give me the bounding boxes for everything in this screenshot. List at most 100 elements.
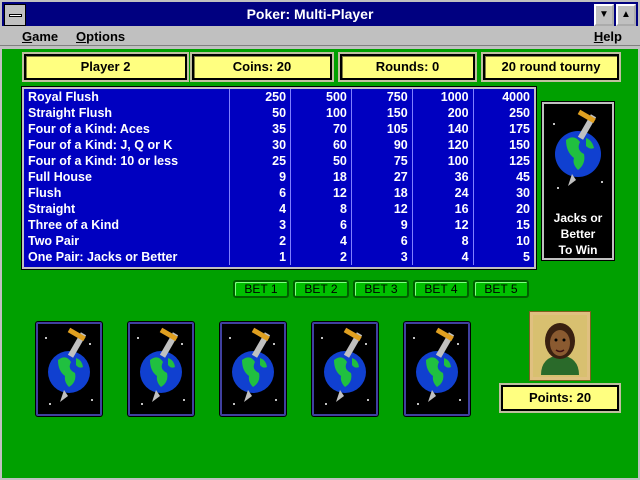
- payout-bet-4: 12: [411, 217, 474, 233]
- payout-bet-3: 12: [350, 201, 413, 217]
- rules-line-3: To Win: [558, 243, 598, 257]
- menu-options[interactable]: Options: [76, 29, 125, 44]
- player-avatar: [530, 312, 590, 380]
- paytable-row: Full House 9 18 27 36 45: [24, 169, 534, 185]
- payout-bet-3: 75: [350, 153, 413, 169]
- payout-bet-1: 1: [229, 249, 291, 265]
- system-menu-icon: [9, 14, 22, 17]
- payout-bet-3: 90: [350, 137, 413, 153]
- payout-bet-5: 250: [472, 105, 534, 121]
- payout-bet-1: 9: [229, 169, 291, 185]
- hand-name: Full House: [28, 169, 92, 184]
- paytable-row: Four of a Kind: Aces 35 70 105 140 175: [24, 121, 534, 137]
- payout-bet-2: 12: [290, 185, 352, 201]
- menu-game[interactable]: Game: [22, 29, 58, 44]
- payout-bet-5: 20: [472, 201, 534, 217]
- rules-card: Jacks or Better To Win: [542, 102, 614, 260]
- bet-2-button[interactable]: BET 2: [293, 280, 349, 298]
- payout-bet-5: 5: [472, 249, 534, 265]
- hand-name: Four of a Kind: 10 or less: [28, 153, 179, 168]
- bet-4-button[interactable]: BET 4: [413, 280, 469, 298]
- hand-name: Three of a Kind: [28, 217, 119, 232]
- rules-line-2: Better: [560, 227, 596, 241]
- bet-5-button[interactable]: BET 5: [473, 280, 529, 298]
- payout-bet-1: 25: [229, 153, 291, 169]
- payout-bet-2: 60: [290, 137, 352, 153]
- paytable-row: One Pair: Jacks or Better 1 2 3 4 5: [24, 249, 534, 265]
- coins-box: Coins: 20: [192, 54, 332, 80]
- system-menu-button[interactable]: [4, 4, 26, 26]
- payout-bet-5: 150: [472, 137, 534, 153]
- payout-bet-2: 18: [290, 169, 352, 185]
- payout-bet-1: 30: [229, 137, 291, 153]
- payout-bet-2: 8: [290, 201, 352, 217]
- payout-bet-4: 140: [411, 121, 474, 137]
- paytable-grid: Royal Flush 250 500 750 1000 4000 Straight Flu…: [24, 89, 534, 265]
- payout-bet-4: 4: [411, 249, 474, 265]
- payout-bet-4: 36: [411, 169, 474, 185]
- game-table: Player 2 Coins: 20 Rounds: 0 20 round to…: [0, 47, 640, 480]
- payout-bet-3: 750: [350, 89, 413, 105]
- paytable-row: Four of a Kind: 10 or less 25 50 75 100 125: [24, 153, 534, 169]
- payout-bet-1: 6: [229, 185, 291, 201]
- player-portrait-icon: [533, 315, 587, 377]
- paytable-row: Three of a Kind 3 6 9 12 15: [24, 217, 534, 233]
- player-box: Player 2: [24, 54, 187, 80]
- rules-line-1: Jacks or: [553, 211, 603, 225]
- rules-caption: Jacks or Better To Win: [544, 210, 612, 258]
- payout-bet-2: 6: [290, 217, 352, 233]
- menu-bar: Game Options Help: [0, 28, 640, 46]
- payout-bet-1: 2: [229, 233, 291, 249]
- bet-3-button[interactable]: BET 3: [353, 280, 409, 298]
- card-3[interactable]: [220, 322, 286, 416]
- payout-bet-5: 125: [472, 153, 534, 169]
- card-2[interactable]: [128, 322, 194, 416]
- paytable-row: Two Pair 2 4 6 8 10: [24, 233, 534, 249]
- bet-1-button[interactable]: BET 1: [233, 280, 289, 298]
- payout-bet-3: 27: [350, 169, 413, 185]
- payout-bet-2: 2: [290, 249, 352, 265]
- payout-bet-5: 30: [472, 185, 534, 201]
- card-1[interactable]: [36, 322, 102, 416]
- payout-bet-4: 8: [411, 233, 474, 249]
- payout-bet-4: 24: [411, 185, 474, 201]
- payout-bet-3: 105: [350, 121, 413, 137]
- payout-bet-5: 175: [472, 121, 534, 137]
- payout-bet-5: 45: [472, 169, 534, 185]
- payout-bet-3: 18: [350, 185, 413, 201]
- payout-bet-2: 4: [290, 233, 352, 249]
- payout-bet-1: 4: [229, 201, 291, 217]
- payout-bet-4: 100: [411, 153, 474, 169]
- paytable-row: Four of a Kind: J, Q or K 30 60 90 120 150: [24, 137, 534, 153]
- hand-name: Four of a Kind: J, Q or K: [28, 137, 173, 152]
- card-4[interactable]: [312, 322, 378, 416]
- card-back-icon: [413, 327, 461, 405]
- minimize-button[interactable]: ▼: [594, 4, 614, 26]
- payout-bet-4: 1000: [411, 89, 474, 105]
- payout-bet-4: 120: [411, 137, 474, 153]
- payout-bet-2: 500: [290, 89, 352, 105]
- maximize-button[interactable]: ▲: [616, 4, 636, 26]
- payout-bet-3: 9: [350, 217, 413, 233]
- globe-sword-icon: [553, 109, 603, 189]
- payout-bet-4: 16: [411, 201, 474, 217]
- window-title: Poker: Multi-Player: [246, 6, 374, 22]
- payout-bet-3: 150: [350, 105, 413, 121]
- payout-bet-5: 10: [472, 233, 534, 249]
- payout-bet-3: 3: [350, 249, 413, 265]
- payout-bet-1: 35: [229, 121, 291, 137]
- paytable-row: Straight 4 8 12 16 20: [24, 201, 534, 217]
- payout-bet-2: 70: [290, 121, 352, 137]
- payout-bet-4: 200: [411, 105, 474, 121]
- card-back-icon: [321, 327, 369, 405]
- payout-bet-1: 3: [229, 217, 291, 233]
- card-5[interactable]: [404, 322, 470, 416]
- title-bar: Poker: Multi-Player ▼ ▲: [0, 0, 640, 28]
- card-back-icon: [45, 327, 93, 405]
- menu-help[interactable]: Help: [594, 29, 622, 44]
- hand-name: Flush: [28, 185, 62, 200]
- payout-bet-5: 4000: [472, 89, 534, 105]
- paytable-row: Straight Flush 50 100 150 200 250: [24, 105, 534, 121]
- payout-bet-1: 50: [229, 105, 291, 121]
- paytable-row: Royal Flush 250 500 750 1000 4000: [24, 89, 534, 105]
